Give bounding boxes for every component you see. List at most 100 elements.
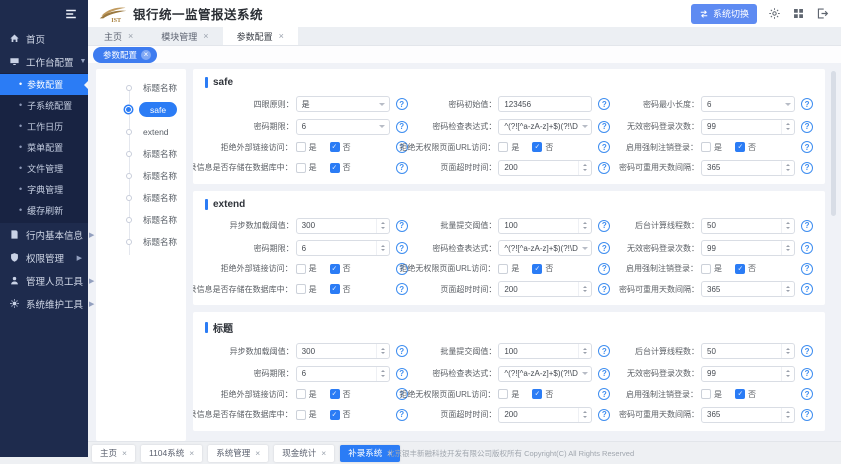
checkbox-icon[interactable] xyxy=(701,264,711,274)
anchor-item-3[interactable]: 标题名称 xyxy=(96,147,186,160)
bottom-tab-home[interactable]: 主页× xyxy=(92,445,135,462)
checkbox-option-yes[interactable]: 是 xyxy=(296,142,317,153)
checkbox-option-yes[interactable]: 是 xyxy=(296,162,317,173)
checkbox-icon[interactable] xyxy=(701,142,711,152)
number-stepper[interactable] xyxy=(376,344,389,358)
help-icon[interactable]: ? xyxy=(598,263,610,275)
sidebar-subitem-work-calendar[interactable]: •工作日历 xyxy=(0,116,88,137)
tab-module-management[interactable]: 模块管理× xyxy=(147,27,222,45)
help-icon[interactable]: ? xyxy=(598,98,610,110)
number-input[interactable]: 6 xyxy=(296,366,390,382)
help-icon[interactable]: ? xyxy=(396,242,408,254)
checkbox-option-no[interactable]: 否 xyxy=(532,263,553,274)
checkbox-option-yes[interactable]: 是 xyxy=(498,263,519,274)
help-icon[interactable]: ? xyxy=(598,220,610,232)
checkbox-icon[interactable] xyxy=(330,389,340,399)
text-input[interactable]: 123456 xyxy=(498,96,592,112)
decrement-icon[interactable] xyxy=(786,169,790,173)
select-input[interactable]: 6 xyxy=(701,96,795,112)
help-icon[interactable]: ? xyxy=(801,220,813,232)
anchor-item-7[interactable]: 标题名称 xyxy=(96,235,186,248)
checkbox-option-yes[interactable]: 是 xyxy=(296,389,317,400)
checkbox-icon[interactable] xyxy=(330,142,340,152)
apps-grid-icon[interactable] xyxy=(792,7,805,20)
decrement-icon[interactable] xyxy=(786,128,790,132)
checkbox-option-no[interactable]: 否 xyxy=(735,389,756,400)
help-icon[interactable]: ? xyxy=(801,141,813,153)
number-input[interactable]: 300 xyxy=(296,343,390,359)
number-stepper[interactable] xyxy=(376,367,389,381)
sidebar-subitem-dict-management[interactable]: •字典管理 xyxy=(0,179,88,200)
bottom-tab-close-icon[interactable]: × xyxy=(321,448,326,458)
checkbox-option-no[interactable]: 否 xyxy=(330,284,351,295)
sidebar-item-system-maintenance-tools[interactable]: 系统维护工具▶ xyxy=(0,292,88,315)
number-stepper[interactable] xyxy=(781,282,794,296)
increment-icon[interactable] xyxy=(786,162,790,166)
checkbox-icon[interactable] xyxy=(532,389,542,399)
checkbox-option-no[interactable]: 否 xyxy=(330,142,351,153)
bottom-tab-system-management[interactable]: 系统管理× xyxy=(208,445,268,462)
help-icon[interactable]: ? xyxy=(396,368,408,380)
decrement-icon[interactable] xyxy=(786,227,790,231)
sidebar-item-permission-management[interactable]: 权限管理▶ xyxy=(0,246,88,269)
sidebar-item-bank-basic-info[interactable]: 行内基本信息▶ xyxy=(0,223,88,246)
decrement-icon[interactable] xyxy=(381,375,385,379)
sidebar-item-home[interactable]: 首页 xyxy=(0,27,88,50)
help-icon[interactable]: ? xyxy=(801,388,813,400)
checkbox-icon[interactable] xyxy=(296,410,306,420)
decrement-icon[interactable] xyxy=(786,249,790,253)
help-icon[interactable]: ? xyxy=(598,162,610,174)
tag-pill-param-config[interactable]: 参数配置 × xyxy=(93,47,157,63)
sidebar-subitem-file-management[interactable]: •文件管理 xyxy=(0,158,88,179)
increment-icon[interactable] xyxy=(786,243,790,247)
checkbox-option-no[interactable]: 否 xyxy=(330,409,351,420)
number-stepper[interactable] xyxy=(578,408,591,422)
select-input[interactable]: 6 xyxy=(296,119,390,135)
number-stepper[interactable] xyxy=(578,161,591,175)
help-icon[interactable]: ? xyxy=(801,368,813,380)
decrement-icon[interactable] xyxy=(786,416,790,420)
help-icon[interactable]: ? xyxy=(801,162,813,174)
checkbox-option-no[interactable]: 否 xyxy=(330,263,351,274)
increment-icon[interactable] xyxy=(786,346,790,350)
help-icon[interactable]: ? xyxy=(396,283,408,295)
decrement-icon[interactable] xyxy=(583,169,587,173)
increment-icon[interactable] xyxy=(786,220,790,224)
help-icon[interactable]: ? xyxy=(801,283,813,295)
checkbox-icon[interactable] xyxy=(296,264,306,274)
increment-icon[interactable] xyxy=(583,346,587,350)
tab-home[interactable]: 主页× xyxy=(90,27,147,45)
number-input[interactable]: 200 xyxy=(498,281,592,297)
checkbox-option-yes[interactable]: 是 xyxy=(498,389,519,400)
select-input[interactable]: ^(?![^a-zA-z]+$)(?!\D+$)[0-9A-Z.. xyxy=(498,366,592,382)
checkbox-option-no[interactable]: 否 xyxy=(532,142,553,153)
help-icon[interactable]: ? xyxy=(396,409,408,421)
help-icon[interactable]: ? xyxy=(598,283,610,295)
checkbox-icon[interactable] xyxy=(498,389,508,399)
anchor-item-0[interactable]: 标题名称 xyxy=(96,81,186,94)
anchor-item-5[interactable]: 标题名称 xyxy=(96,191,186,204)
help-icon[interactable]: ? xyxy=(396,162,408,174)
help-icon[interactable]: ? xyxy=(801,345,813,357)
increment-icon[interactable] xyxy=(786,409,790,413)
help-icon[interactable]: ? xyxy=(598,121,610,133)
checkbox-icon[interactable] xyxy=(735,264,745,274)
help-icon[interactable]: ? xyxy=(801,98,813,110)
number-input[interactable]: 6 xyxy=(296,240,390,256)
number-stepper[interactable] xyxy=(781,120,794,134)
increment-icon[interactable] xyxy=(381,220,385,224)
number-stepper[interactable] xyxy=(781,161,794,175)
number-stepper[interactable] xyxy=(376,219,389,233)
checkbox-option-no[interactable]: 否 xyxy=(735,263,756,274)
increment-icon[interactable] xyxy=(583,409,587,413)
settings-gear-icon[interactable] xyxy=(768,7,781,20)
number-stepper[interactable] xyxy=(578,219,591,233)
anchor-item-4[interactable]: 标题名称 xyxy=(96,169,186,182)
collapse-menu-icon[interactable] xyxy=(64,7,78,21)
checkbox-option-yes[interactable]: 是 xyxy=(701,389,722,400)
checkbox-icon[interactable] xyxy=(735,389,745,399)
sidebar-item-admin-tools[interactable]: 管理人员工具▶ xyxy=(0,269,88,292)
sidebar-item-workbench-config[interactable]: 工作台配置▼ xyxy=(0,50,88,73)
sidebar-subitem-cache-refresh[interactable]: •缓存刷新 xyxy=(0,200,88,221)
sidebar-subitem-menu-config[interactable]: •菜单配置 xyxy=(0,137,88,158)
